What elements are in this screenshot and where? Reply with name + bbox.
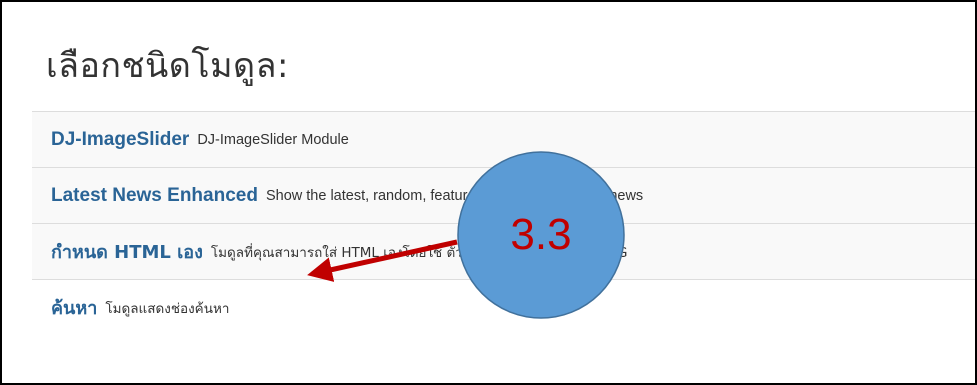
module-name-link[interactable]: DJ-ImageSlider <box>51 129 189 151</box>
module-name-link[interactable]: ค้นหา <box>51 293 97 322</box>
page-title: เลือกชนิดโมดูล: <box>46 46 289 86</box>
module-description: โมดูลแสดงช่องค้นหา <box>105 300 230 317</box>
module-row-dj-imageslider[interactable]: DJ-ImageSlider DJ-ImageSlider Module <box>32 111 975 167</box>
module-row-custom-html[interactable]: กำหนด HTML เอง โมดูลที่คุณสามารถใส่ HTML… <box>32 223 975 279</box>
module-description: DJ-ImageSlider Module <box>197 131 349 148</box>
module-name-link[interactable]: กำหนด HTML เอง <box>51 237 203 266</box>
module-row-latest-news-enhanced[interactable]: Latest News Enhanced Show the latest, ra… <box>32 167 975 223</box>
screenshot-frame: เลือกชนิดโมดูล: DJ-ImageSlider DJ-ImageS… <box>0 0 977 385</box>
module-description: Show the latest, random, featured, popul… <box>265 187 644 204</box>
module-description: โมดูลที่คุณสามารถใส่ HTML เองโดยใช้ ตัวช… <box>210 244 628 261</box>
module-name-link[interactable]: Latest News Enhanced <box>51 185 258 207</box>
module-row-search[interactable]: ค้นหา โมดูลแสดงช่องค้นหา <box>32 279 975 335</box>
module-type-list: DJ-ImageSlider DJ-ImageSlider Module Lat… <box>32 111 975 335</box>
